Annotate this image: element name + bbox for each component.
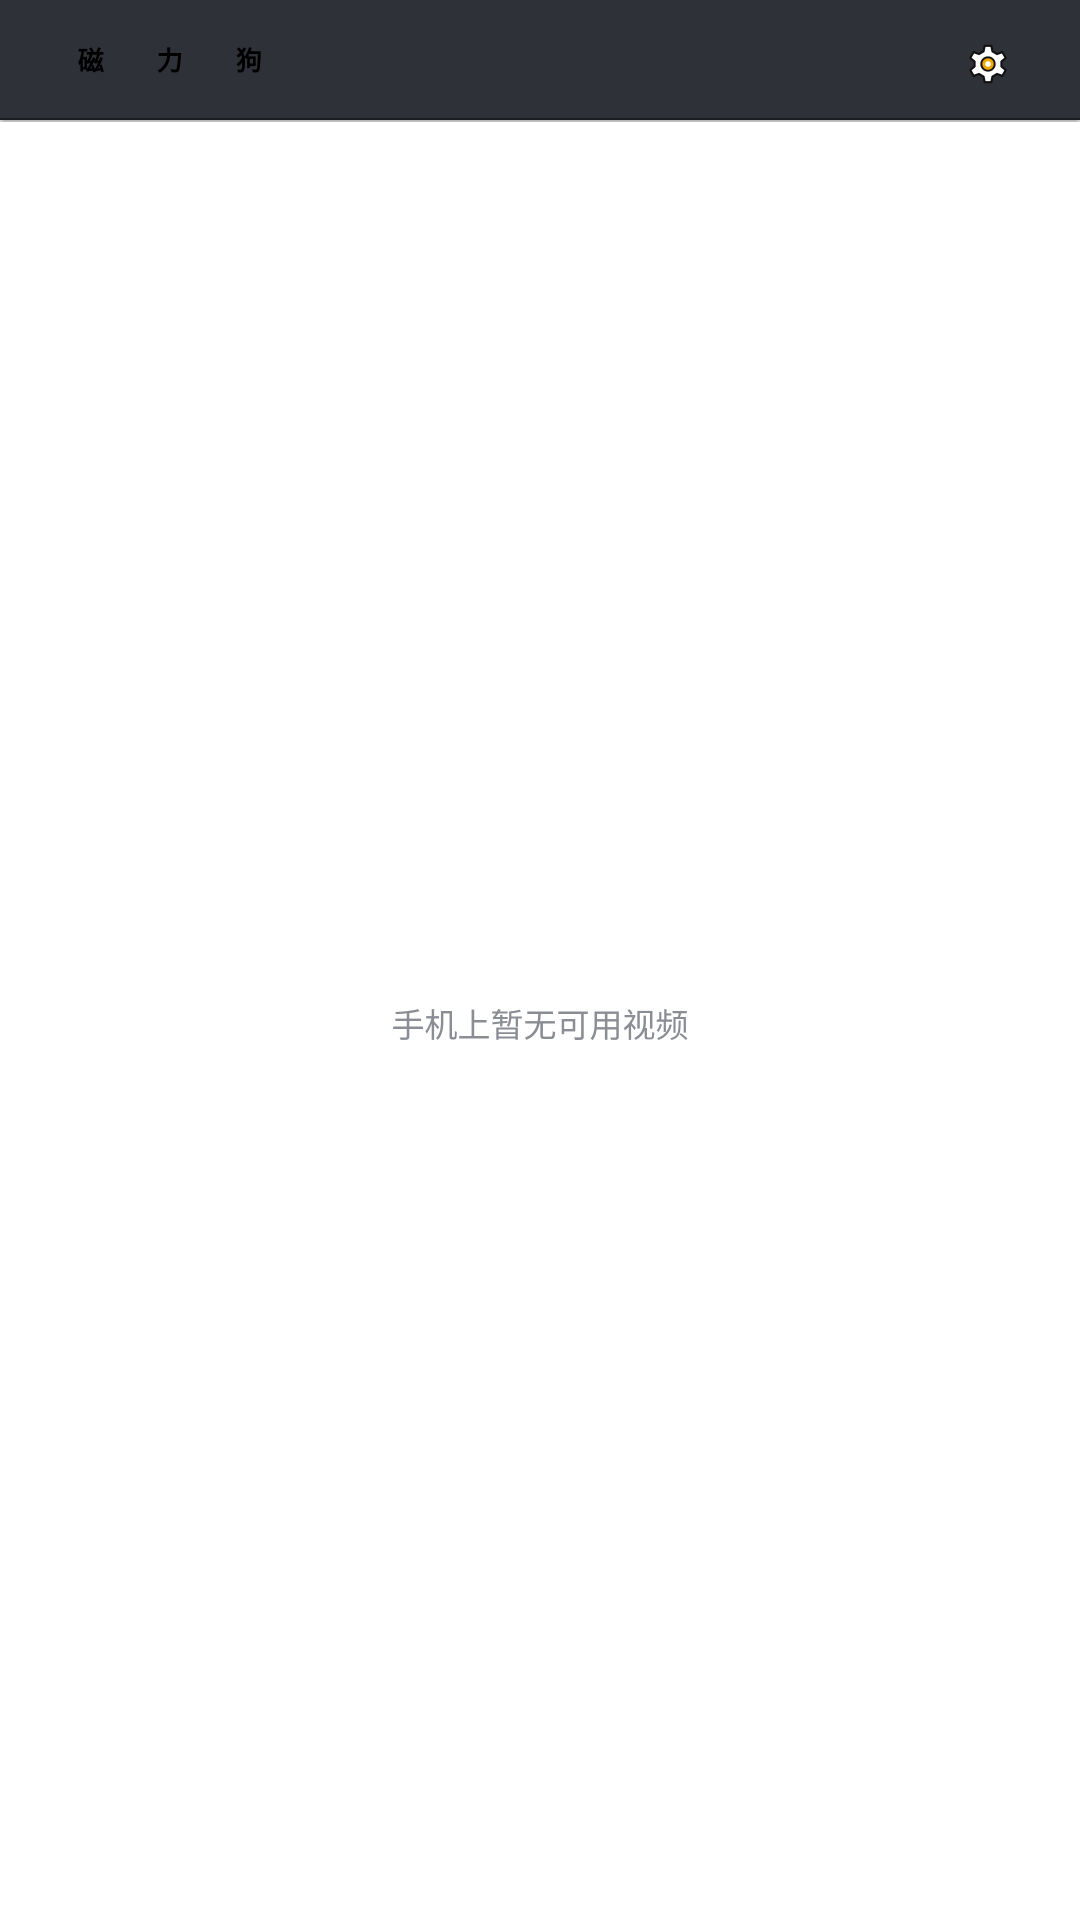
settings-button[interactable] — [958, 34, 1018, 94]
video-list-area: 手机上暂无可用视频 — [0, 122, 1080, 1920]
app-bar: 磁 力 狗 — [0, 0, 1080, 120]
empty-state-message: 手机上暂无可用视频 — [391, 1006, 689, 1045]
gear-icon — [965, 41, 1011, 87]
app-title: 磁 力 狗 — [78, 47, 285, 77]
